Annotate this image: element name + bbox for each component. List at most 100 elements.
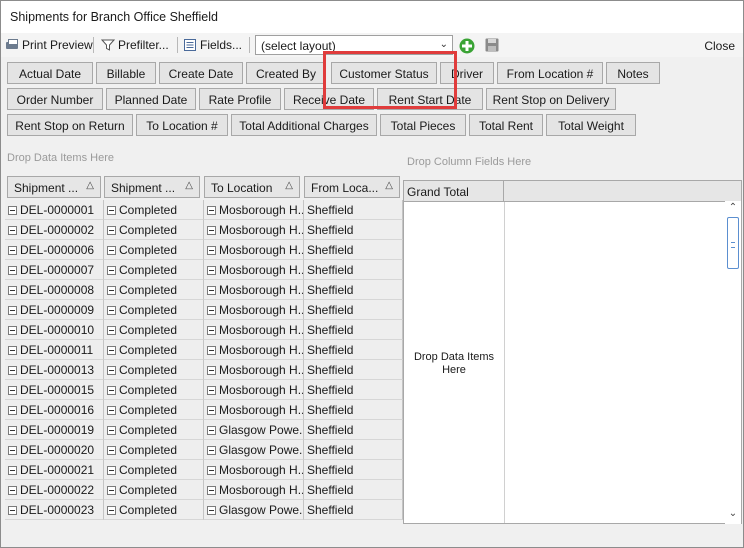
collapse-icon[interactable] — [107, 226, 116, 235]
cell-from-location[interactable]: Sheffield — [304, 200, 403, 220]
table-row[interactable]: DEL-0000023 Completed Glasgow Powe... Sheff… — [5, 500, 403, 520]
table-row[interactable]: DEL-0000022 Completed Mosborough H... Sheff… — [5, 480, 403, 500]
cell-to-location[interactable]: Mosborough H... — [204, 480, 304, 500]
cell-to-location[interactable]: Mosborough H... — [204, 400, 304, 420]
collapse-icon[interactable] — [107, 506, 116, 515]
field-total-rent[interactable]: Total Rent — [469, 114, 543, 136]
scrollbar-thumb[interactable] — [727, 217, 739, 269]
collapse-icon[interactable] — [107, 266, 116, 275]
field-billable[interactable]: Billable — [96, 62, 156, 84]
row-field-from-location[interactable]: From Loca... △ — [304, 176, 400, 198]
cell-to-location[interactable]: Mosborough H... — [204, 240, 304, 260]
field-receive-date[interactable]: Receive Date — [284, 88, 374, 110]
cell-shipment-status[interactable]: Completed — [104, 260, 204, 280]
cell-shipment-number[interactable]: DEL-0000010 — [5, 320, 104, 340]
cell-from-location[interactable]: Sheffield — [304, 260, 403, 280]
collapse-icon[interactable] — [8, 386, 17, 395]
cell-to-location[interactable]: Glasgow Powe... — [204, 420, 304, 440]
cell-shipment-number[interactable]: DEL-0000013 — [5, 360, 104, 380]
table-row[interactable]: DEL-0000013 Completed Mosborough H... Sheff… — [5, 360, 403, 380]
field-driver[interactable]: Driver — [440, 62, 494, 84]
collapse-icon[interactable] — [107, 426, 116, 435]
collapse-icon[interactable] — [8, 346, 17, 355]
cell-shipment-status[interactable]: Completed — [104, 380, 204, 400]
table-row[interactable]: DEL-0000019 Completed Glasgow Powe... Sheff… — [5, 420, 403, 440]
cell-from-location[interactable]: Sheffield — [304, 420, 403, 440]
table-row[interactable]: DEL-0000020 Completed Glasgow Powe... Sheff… — [5, 440, 403, 460]
collapse-icon[interactable] — [107, 246, 116, 255]
collapse-icon[interactable] — [107, 326, 116, 335]
field-create-date[interactable]: Create Date — [159, 62, 243, 84]
cell-from-location[interactable]: Sheffield — [304, 480, 403, 500]
collapse-icon[interactable] — [8, 426, 17, 435]
table-row[interactable]: DEL-0000016 Completed Mosborough H... Sheff… — [5, 400, 403, 420]
collapse-icon[interactable] — [107, 446, 116, 455]
collapse-icon[interactable] — [207, 346, 216, 355]
collapse-icon[interactable] — [8, 226, 17, 235]
collapse-icon[interactable] — [107, 406, 116, 415]
cell-shipment-status[interactable]: Completed — [104, 240, 204, 260]
cell-shipment-status[interactable]: Completed — [104, 480, 204, 500]
collapse-icon[interactable] — [207, 266, 216, 275]
cell-to-location[interactable]: Mosborough H... — [204, 220, 304, 240]
cell-shipment-number[interactable]: DEL-0000023 — [5, 500, 104, 520]
scroll-up-icon[interactable]: ⌃ — [725, 202, 741, 216]
collapse-icon[interactable] — [107, 386, 116, 395]
cell-shipment-status[interactable]: Completed — [104, 440, 204, 460]
cell-from-location[interactable]: Sheffield — [304, 280, 403, 300]
cell-shipment-number[interactable]: DEL-0000008 — [5, 280, 104, 300]
field-notes[interactable]: Notes — [606, 62, 660, 84]
collapse-icon[interactable] — [8, 246, 17, 255]
collapse-icon[interactable] — [107, 306, 116, 315]
save-layout-button[interactable] — [485, 36, 499, 54]
cell-from-location[interactable]: Sheffield — [304, 500, 403, 520]
field-rate-profile[interactable]: Rate Profile — [199, 88, 281, 110]
collapse-icon[interactable] — [107, 346, 116, 355]
collapse-icon[interactable] — [8, 286, 17, 295]
cell-shipment-number[interactable]: DEL-0000015 — [5, 380, 104, 400]
cell-to-location[interactable]: Mosborough H... — [204, 260, 304, 280]
collapse-icon[interactable] — [107, 466, 116, 475]
cell-from-location[interactable]: Sheffield — [304, 380, 403, 400]
table-row[interactable]: DEL-0000006 Completed Mosborough H... Sheff… — [5, 240, 403, 260]
cell-to-location[interactable]: Glasgow Powe... — [204, 440, 304, 460]
table-row[interactable]: DEL-0000008 Completed Mosborough H... Sheff… — [5, 280, 403, 300]
cell-to-location[interactable]: Mosborough H... — [204, 460, 304, 480]
collapse-icon[interactable] — [8, 306, 17, 315]
field-rent-stop-on-delivery[interactable]: Rent Stop on Delivery — [486, 88, 616, 110]
collapse-icon[interactable] — [207, 226, 216, 235]
cell-from-location[interactable]: Sheffield — [304, 400, 403, 420]
cell-from-location[interactable]: Sheffield — [304, 360, 403, 380]
collapse-icon[interactable] — [207, 386, 216, 395]
field-actual-date[interactable]: Actual Date — [7, 62, 93, 84]
field-from-location[interactable]: From Location # — [497, 62, 603, 84]
field-total-pieces[interactable]: Total Pieces — [380, 114, 466, 136]
cell-to-location[interactable]: Mosborough H... — [204, 380, 304, 400]
prefilter-button[interactable]: Prefilter... — [101, 36, 169, 54]
field-customer-status[interactable]: Customer Status — [331, 62, 437, 84]
collapse-icon[interactable] — [8, 406, 17, 415]
cell-to-location[interactable]: Mosborough H... — [204, 200, 304, 220]
cell-shipment-status[interactable]: Completed — [104, 400, 204, 420]
collapse-icon[interactable] — [8, 446, 17, 455]
collapse-icon[interactable] — [207, 446, 216, 455]
cell-from-location[interactable]: Sheffield — [304, 460, 403, 480]
cell-shipment-status[interactable]: Completed — [104, 280, 204, 300]
collapse-icon[interactable] — [207, 486, 216, 495]
cell-from-location[interactable]: Sheffield — [304, 440, 403, 460]
row-field-shipment-number[interactable]: Shipment ... △ — [7, 176, 101, 198]
collapse-icon[interactable] — [107, 366, 116, 375]
collapse-icon[interactable] — [107, 486, 116, 495]
collapse-icon[interactable] — [8, 326, 17, 335]
collapse-icon[interactable] — [8, 486, 17, 495]
cell-shipment-status[interactable]: Completed — [104, 320, 204, 340]
cell-shipment-number[interactable]: DEL-0000002 — [5, 220, 104, 240]
collapse-icon[interactable] — [107, 286, 116, 295]
table-row[interactable]: DEL-0000007 Completed Mosborough H... Sheff… — [5, 260, 403, 280]
field-created-by[interactable]: Created By — [246, 62, 326, 84]
layout-select[interactable]: (select layout) ⌄ — [255, 35, 453, 55]
cell-shipment-number[interactable]: DEL-0000019 — [5, 420, 104, 440]
cell-shipment-number[interactable]: DEL-0000022 — [5, 480, 104, 500]
collapse-icon[interactable] — [107, 206, 116, 215]
close-button[interactable]: Close — [704, 37, 735, 55]
